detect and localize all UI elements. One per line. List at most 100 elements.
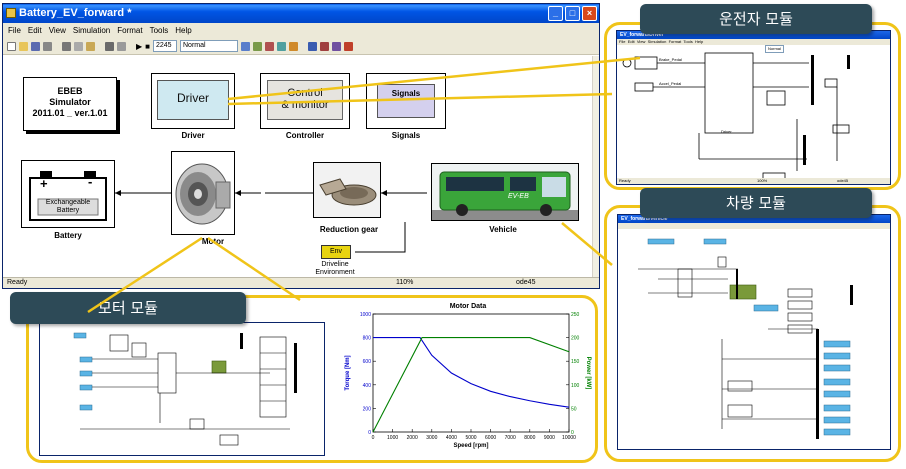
menu-tools[interactable]: Tools (150, 23, 169, 38)
redo-icon[interactable] (117, 41, 126, 51)
driver-label: Driver (181, 131, 205, 140)
debug-icon[interactable] (289, 41, 298, 51)
vehicle-label: Vehicle (489, 225, 517, 234)
start-simulation-icon[interactable]: ▶ (136, 42, 142, 51)
driver-menu-view[interactable]: View (637, 39, 646, 44)
y-left-tick-label: 0 (368, 430, 371, 436)
driver-status-ready: Ready (619, 178, 631, 183)
battery-caption-line-2: Battery (56, 207, 80, 214)
bus-logo-text: EV-EB (508, 193, 529, 200)
battery-icon (29, 171, 107, 221)
minimize-button[interactable]: _ (548, 6, 563, 21)
y-left-tick-label: 800 (363, 336, 372, 342)
driver-status-solver: ode45 (837, 178, 849, 183)
report-icon[interactable] (332, 41, 341, 51)
save-icon[interactable] (31, 41, 40, 51)
menu-file[interactable]: File (8, 23, 21, 38)
x-tick-label: 2000 (407, 435, 418, 441)
bus-picture (432, 171, 578, 220)
menu-edit[interactable]: Edit (28, 23, 42, 38)
menu-simulation[interactable]: Simulation (73, 23, 110, 38)
model-explorer-icon[interactable] (277, 41, 286, 51)
battery-minus: - (88, 174, 93, 189)
battery-plus: + (40, 176, 48, 191)
undo-icon[interactable] (105, 41, 114, 51)
menu-format[interactable]: Format (117, 23, 142, 38)
x-axis-label: Speed [rpm] (453, 443, 488, 449)
y-right-tick-label: 200 (571, 336, 580, 342)
vertical-scrollbar[interactable] (592, 56, 599, 279)
ebeb-simulator-block[interactable]: EBEB Simulator 2011.01 _ ver.1.01 (23, 77, 117, 131)
driver-diagram: Brake_Pedal Accel_Pedal Driver (622, 52, 850, 180)
x-tick-label: 0 (372, 435, 375, 441)
y-left-tick-label: 400 (363, 383, 372, 389)
driver-menu-format[interactable]: Format (669, 39, 682, 44)
env-block[interactable]: Env (321, 245, 351, 259)
driver-block[interactable]: Driver (151, 73, 235, 129)
controller-inner-line-2: & monitor (281, 99, 329, 111)
controller-inner: Control & monitor (267, 80, 343, 120)
status-zoom: 110% (396, 279, 414, 286)
vehicle-subsystem-window: EV_forward/Vehicle (617, 214, 891, 450)
battery-block[interactable]: + - Exchangeable Battery (21, 160, 115, 228)
model-canvas[interactable]: EBEB Simulator 2011.01 _ ver.1.01 Driver… (3, 56, 599, 279)
new-model-icon[interactable] (7, 41, 16, 51)
driver-menu-simulation[interactable]: Simulation (648, 39, 667, 44)
signals-block[interactable]: Signals (366, 73, 446, 129)
driver-window-statusbar: Ready 100% ode45 (617, 178, 890, 184)
driver-menu-tools[interactable]: Tools (683, 39, 692, 44)
print-icon[interactable] (43, 41, 52, 51)
motor-picture (175, 163, 231, 225)
y-right-tick-label: 250 (571, 312, 580, 318)
reduction-gear-block[interactable] (313, 162, 381, 218)
controller-block[interactable]: Control & monitor (260, 73, 350, 129)
update-diagram-icon[interactable] (253, 41, 262, 51)
driver-menu-file[interactable]: File (619, 39, 625, 44)
cut-icon[interactable] (62, 41, 71, 51)
menu-help[interactable]: Help (175, 23, 191, 38)
driver-accel-label: Accel_Pedal (659, 81, 681, 86)
maximize-button[interactable]: □ (565, 6, 580, 21)
library-browser-icon[interactable] (265, 41, 274, 51)
simulation-mode-select[interactable]: Normal (180, 40, 238, 52)
chart-plot-area (372, 313, 570, 433)
stop-simulation-icon[interactable]: ■ (145, 42, 150, 51)
y-right-tick-label: 0 (571, 430, 574, 436)
copy-icon[interactable] (74, 41, 83, 51)
x-tick-label: 10000 (562, 435, 576, 441)
x-tick-label: 5000 (465, 435, 476, 441)
main-toolbar: ▶ ■ 2245 Normal (3, 38, 599, 55)
main-window-title: Battery_EV_forward * (19, 7, 132, 19)
gear-picture (314, 163, 380, 217)
main-titlebar[interactable]: Battery_EV_forward * _ □ × (3, 4, 599, 23)
x-tick-label: 7000 (505, 435, 516, 441)
build-icon[interactable] (241, 41, 250, 51)
help-icon[interactable] (344, 41, 353, 51)
x-tick-label: 1000 (387, 435, 398, 441)
driver-module-tag: 운전자 모듈 (640, 4, 872, 34)
close-button[interactable]: × (582, 6, 597, 21)
driver-menu-help[interactable]: Help (695, 39, 703, 44)
driver-subsystem-window: EV_forward/Driver File Edit View Simulat… (616, 30, 891, 185)
profiler-icon[interactable] (320, 41, 329, 51)
main-model-window: Battery_EV_forward * _ □ × File Edit Vie… (2, 3, 600, 289)
stop-time-field[interactable]: 2245 (153, 40, 177, 52)
motor-data-chart: Motor Data 0 1000 2000 3000 4000 5000 6000 7000… (339, 300, 597, 460)
open-icon[interactable] (19, 41, 28, 51)
status-solver: ode45 (516, 279, 536, 286)
x-tick-label: 4000 (446, 435, 457, 441)
motor-label: Motor (201, 237, 225, 246)
paste-icon[interactable] (86, 41, 95, 51)
menu-view[interactable]: View (49, 23, 66, 38)
motor-block[interactable] (171, 151, 235, 235)
x-tick-label: 6000 (485, 435, 496, 441)
controller-inner-line-1: Control (287, 87, 323, 99)
fixed-point-icon[interactable] (308, 41, 317, 51)
driver-menu-edit[interactable]: Edit (628, 39, 635, 44)
driver-inner-label: Driver (157, 80, 229, 120)
vehicle-block[interactable]: EV-EB (431, 163, 579, 221)
driver-module-frame: EV_forward/Driver File Edit View Simulat… (604, 22, 901, 190)
vehicle-module-frame: EV_forward/Vehicle (604, 205, 901, 462)
reduction-gear-label: Reduction gear (319, 225, 379, 234)
battery-caption-line-1: Exchangeable (45, 199, 91, 206)
